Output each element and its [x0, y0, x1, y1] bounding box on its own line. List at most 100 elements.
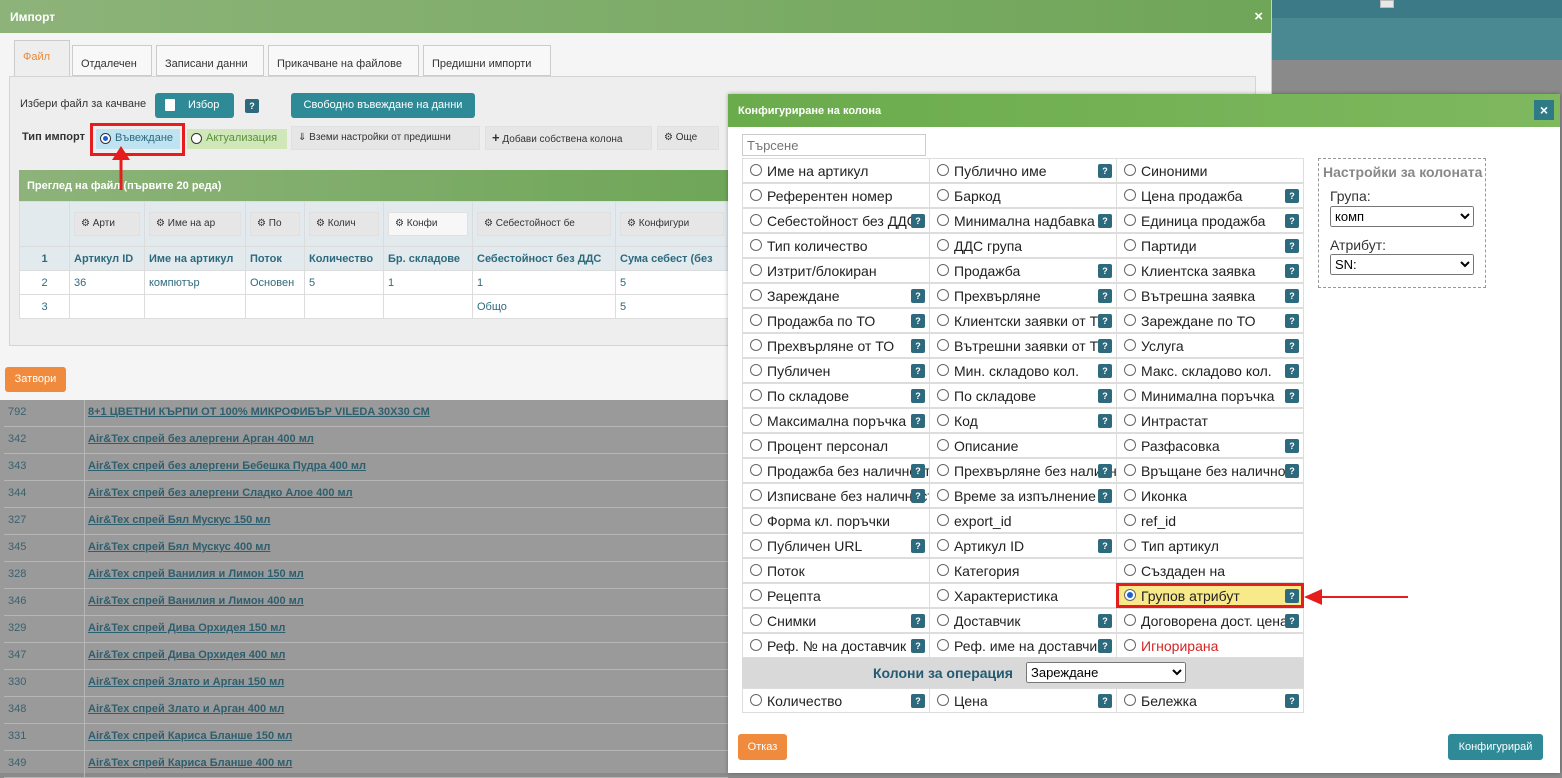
column-option[interactable]: Вътрешни заявки от ТО? — [929, 333, 1117, 358]
help-icon[interactable]: ? — [1098, 464, 1112, 478]
item-link[interactable]: Air&Tex спрей Злато и Арган 150 мл — [88, 676, 284, 688]
help-icon[interactable]: ? — [911, 364, 925, 378]
column-option[interactable]: Връщане без наличност? — [1116, 458, 1304, 483]
configure-button[interactable]: Конфигурирай — [1448, 734, 1543, 760]
radio[interactable] — [937, 614, 949, 626]
help-icon[interactable]: ? — [1285, 239, 1299, 253]
column-option[interactable]: Доставчик? — [929, 608, 1117, 633]
column-config-button[interactable]: ⚙ Конфи — [388, 212, 468, 236]
help-icon[interactable]: ? — [911, 489, 925, 503]
column-option[interactable]: Минимална поръчка? — [1116, 383, 1304, 408]
radio[interactable] — [750, 214, 762, 226]
radio[interactable] — [750, 314, 762, 326]
radio[interactable] — [937, 164, 949, 176]
radio[interactable] — [750, 189, 762, 201]
column-option[interactable]: Синоними — [1116, 158, 1304, 183]
radio[interactable] — [1124, 489, 1136, 501]
column-option[interactable]: Прехвърляне от ТО? — [742, 333, 930, 358]
radio[interactable] — [1124, 289, 1136, 301]
column-option[interactable]: Разфасовка? — [1116, 433, 1304, 458]
item-link[interactable]: Air&Tex спрей без алергени Арган 400 мл — [88, 433, 314, 445]
radio[interactable] — [1124, 564, 1136, 576]
radio[interactable] — [937, 694, 949, 706]
radio[interactable] — [937, 439, 949, 451]
item-link[interactable]: Air&Tex спрей Кариса Бланше 150 мл — [88, 730, 292, 742]
radio[interactable] — [937, 514, 949, 526]
column-option[interactable]: Създаден на — [1116, 558, 1304, 583]
import-type-update-option[interactable]: Актуализация — [187, 129, 287, 149]
item-link[interactable]: Air&Tex спрей без алергени Сладко Алое 4… — [88, 487, 353, 499]
help-icon[interactable]: ? — [911, 414, 925, 428]
column-option[interactable]: Групов атрибут? — [1116, 583, 1304, 608]
column-config-button[interactable]: ⚙ Арти — [74, 212, 140, 236]
help-icon[interactable]: ? — [1098, 489, 1112, 503]
radio[interactable] — [937, 489, 949, 501]
item-link[interactable]: Air&Tex спрей Ванилия и Лимон 400 мл — [88, 595, 304, 607]
column-option[interactable]: Минимална надбавка? — [929, 208, 1117, 233]
radio[interactable] — [937, 589, 949, 601]
radio[interactable] — [750, 464, 762, 476]
item-link[interactable]: Air&Tex спрей Дива Орхидея 400 мл — [88, 649, 285, 661]
radio[interactable] — [1124, 314, 1136, 326]
radio[interactable] — [1124, 439, 1136, 451]
radio[interactable] — [750, 364, 762, 376]
column-option[interactable]: Единица продажба? — [1116, 208, 1304, 233]
tab-file[interactable]: Файл — [14, 40, 70, 77]
help-icon[interactable]: ? — [1098, 264, 1112, 278]
radio[interactable] — [937, 189, 949, 201]
column-config-button[interactable]: ⚙ Конфигури — [620, 212, 724, 236]
radio[interactable] — [750, 564, 762, 576]
radio[interactable] — [1124, 514, 1136, 526]
column-option[interactable]: Изписване без наличност? — [742, 483, 930, 508]
help-icon[interactable]: ? — [911, 289, 925, 303]
radio[interactable] — [750, 164, 762, 176]
radio[interactable] — [937, 639, 949, 651]
help-icon[interactable]: ? — [911, 339, 925, 353]
radio[interactable] — [750, 414, 762, 426]
radio[interactable] — [1124, 694, 1136, 706]
radio[interactable] — [937, 339, 949, 351]
radio[interactable] — [1124, 464, 1136, 476]
radio[interactable] — [937, 364, 949, 376]
help-icon[interactable]: ? — [911, 314, 925, 328]
column-option[interactable]: Иконка — [1116, 483, 1304, 508]
column-option[interactable]: Цена продажба? — [1116, 183, 1304, 208]
column-option[interactable]: Поток — [742, 558, 930, 583]
column-option[interactable]: Вътрешна заявка? — [1116, 283, 1304, 308]
column-option[interactable]: Описание — [929, 433, 1117, 458]
column-option[interactable]: Характеристика — [929, 583, 1117, 608]
column-option[interactable]: Артикул ID? — [929, 533, 1117, 558]
help-icon[interactable]: ? — [1098, 639, 1112, 653]
radio[interactable] — [937, 414, 949, 426]
column-option[interactable]: Процент персонал — [742, 433, 930, 458]
column-option[interactable]: Макс. складово кол.? — [1116, 358, 1304, 383]
help-icon[interactable]: ? — [1098, 289, 1112, 303]
column-option[interactable]: Баркод — [929, 183, 1117, 208]
radio[interactable] — [750, 539, 762, 551]
attribute-select[interactable]: SN: — [1330, 254, 1474, 275]
column-option[interactable]: По складове? — [742, 383, 930, 408]
column-option[interactable]: export_id — [929, 508, 1117, 533]
tab-previous-imports[interactable]: Предишни импорти — [423, 45, 551, 76]
column-option[interactable]: Партиди? — [1116, 233, 1304, 258]
tab-remote[interactable]: Отдалечен — [72, 45, 152, 76]
column-option[interactable]: Изтрит/блокиран — [742, 258, 930, 283]
help-icon[interactable]: ? — [1285, 189, 1299, 203]
column-option[interactable]: Рецепта — [742, 583, 930, 608]
help-icon[interactable]: ? — [1285, 589, 1299, 603]
radio[interactable] — [750, 589, 762, 601]
column-option[interactable]: Услуга? — [1116, 333, 1304, 358]
column-option[interactable]: Име на артикул — [742, 158, 930, 183]
column-option[interactable]: Тип артикул — [1116, 533, 1304, 558]
help-icon[interactable]: ? — [1098, 614, 1112, 628]
radio[interactable] — [1124, 414, 1136, 426]
column-option[interactable]: ДДС група — [929, 233, 1117, 258]
radio[interactable] — [937, 539, 949, 551]
column-option[interactable]: Публично име? — [929, 158, 1117, 183]
column-option[interactable]: Себестойност без ДДС? — [742, 208, 930, 233]
free-entry-button[interactable]: Свободно въвеждане на данни — [291, 93, 475, 118]
item-link[interactable]: Air&Tex спрей Бял Мускус 400 мл — [88, 541, 270, 553]
close-icon[interactable]: × — [1254, 8, 1263, 25]
column-option[interactable]: Категория — [929, 558, 1117, 583]
radio[interactable] — [750, 439, 762, 451]
